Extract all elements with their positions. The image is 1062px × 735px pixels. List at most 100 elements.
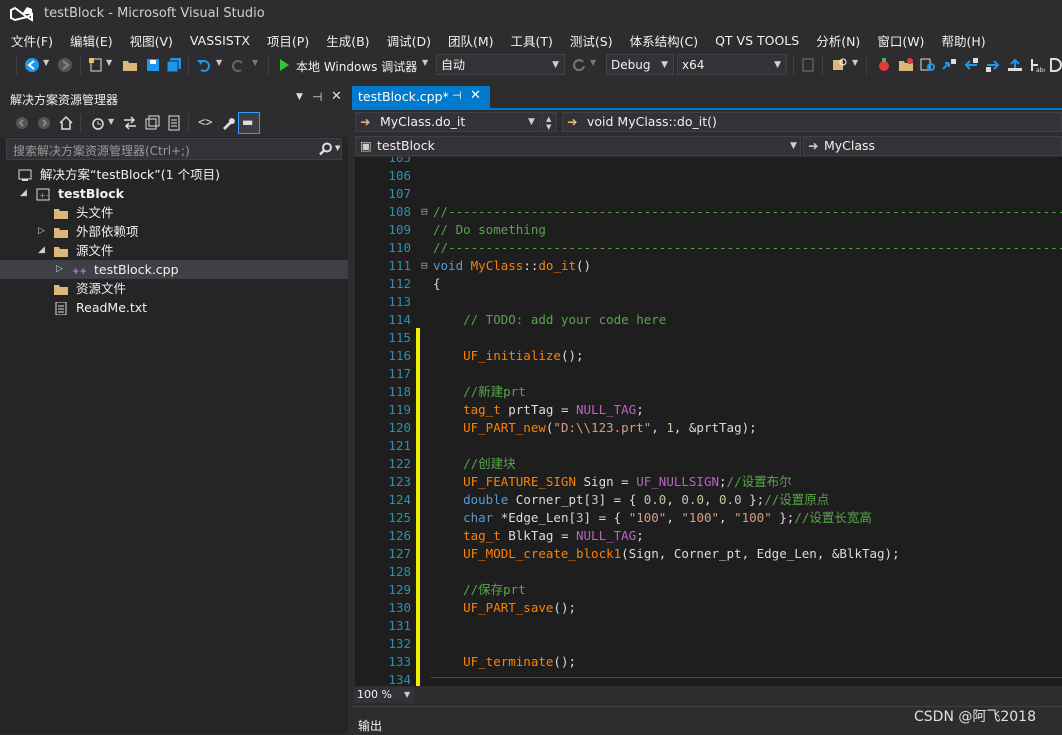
menu-item[interactable]: 生成(B) (315, 31, 375, 50)
document-tab-testblock-cpp[interactable]: testBlock.cpp* ⊣ ✕ (352, 86, 490, 108)
back-dropdown-icon[interactable]: ▼ (43, 58, 49, 67)
find-in-files-icon[interactable] (832, 57, 848, 73)
code-line[interactable]: 123 UF_FEATURE_SIGN Sign = UF_NULLSIGN;/… (355, 473, 1062, 491)
pending-changes-filter-icon[interactable] (90, 115, 106, 131)
extension-tool-arrows-icon[interactable] (941, 57, 957, 73)
menu-item[interactable]: 窗口(W) (866, 31, 930, 50)
tree-item[interactable]: ◢ ++ testBlock (0, 184, 348, 203)
tree-item[interactable]: ▷ ++ testBlock.cpp (0, 260, 348, 279)
search-icon[interactable] (319, 142, 333, 156)
collapse-all-icon[interactable] (144, 115, 160, 131)
menu-item[interactable]: 分析(N) (805, 31, 866, 50)
extension-tool-left-icon[interactable] (963, 57, 979, 73)
tree-item[interactable]: ReadMe.txt (0, 298, 348, 317)
undo-dropdown-icon[interactable]: ▼ (216, 58, 222, 67)
code-line[interactable]: 118 //新建prt (355, 383, 1062, 401)
code-line[interactable]: 106 (355, 167, 1062, 185)
code-line[interactable]: 119 tag_t prtTag = NULL_TAG; (355, 401, 1062, 419)
member-navigation-combo[interactable]: ➜ void MyClass::do_it() (562, 112, 1062, 132)
code-lines[interactable]: 105 106 107 108 ⊟ //-------------------------… (355, 157, 1062, 686)
configuration-combo[interactable]: Debug ▼ (606, 54, 674, 75)
code-line[interactable]: 117 (355, 365, 1062, 383)
start-debugging-button[interactable]: 本地 Windows 调试器 (296, 58, 417, 75)
code-line[interactable]: 108 ⊟ //----------------------------------… (355, 203, 1062, 221)
project-navigation-combo[interactable]: ▣ testBlock ▼ (355, 136, 801, 156)
solution-config-combo[interactable]: 自动 ▼ (436, 54, 565, 75)
tree-item[interactable]: 资源文件 (0, 279, 348, 298)
search-options-dropdown-icon[interactable]: ▼ (335, 144, 340, 152)
code-line[interactable]: 113 (355, 293, 1062, 311)
redo-icon[interactable] (230, 57, 246, 73)
navigate-forward-icon[interactable] (57, 57, 73, 73)
extension-tool-abc-icon[interactable]: abc (1029, 57, 1045, 73)
scope-navigation-combo[interactable]: ➜ MyClass (803, 136, 1062, 156)
expand-arrow-icon[interactable]: ▷ (38, 222, 45, 241)
platform-combo[interactable]: x64 ▼ (677, 54, 787, 75)
code-line[interactable]: 132 (355, 635, 1062, 653)
save-icon[interactable] (145, 57, 161, 73)
refresh-dropdown-icon[interactable]: ▼ (590, 58, 596, 67)
code-line[interactable]: 134 (355, 671, 1062, 686)
code-line[interactable]: 111 ⊟ void MyClass::do_it() (355, 257, 1062, 275)
tree-item[interactable]: 解决方案“testBlock”(1 个项目) (0, 165, 348, 184)
code-line[interactable]: 115 (355, 329, 1062, 347)
code-line[interactable]: 112 { (355, 275, 1062, 293)
code-line[interactable]: 131 (355, 617, 1062, 635)
code-line[interactable]: 120 UF_PART_new("D:\\123.prt", 1, &prtTa… (355, 419, 1062, 437)
output-panel-title[interactable]: 输出 (358, 717, 382, 734)
fold-toggle-icon[interactable]: ⊟ (421, 203, 428, 221)
code-line[interactable]: 122 //创建块 (355, 455, 1062, 473)
code-line[interactable]: 130 UF_PART_save(); (355, 599, 1062, 617)
collapse-arrow-icon[interactable]: ◢ (20, 184, 27, 203)
pin-icon[interactable]: ⊣ (312, 90, 322, 104)
extension-tool-up-icon[interactable] (1007, 57, 1023, 73)
split-toggle-button[interactable]: ▲ ▼ (542, 112, 557, 132)
forward-icon[interactable] (36, 115, 52, 131)
code-line[interactable]: 121 (355, 437, 1062, 455)
debug-target-dropdown-icon[interactable]: ▼ (422, 58, 428, 67)
sync-with-document-icon[interactable] (122, 115, 138, 131)
menu-item[interactable]: 帮助(H) (930, 31, 991, 50)
undo-icon[interactable] (196, 57, 212, 73)
code-line[interactable]: 127 UF_MODL_create_block1(Sign, Corner_p… (355, 545, 1062, 563)
menu-item[interactable]: 测试(S) (559, 31, 619, 50)
code-line[interactable]: 126 tag_t BlkTag = NULL_TAG; (355, 527, 1062, 545)
extension-tool-folder-icon[interactable] (898, 57, 914, 73)
menu-item[interactable]: QT VS TOOLS (704, 33, 805, 48)
back-icon[interactable] (14, 115, 30, 131)
menu-item[interactable]: VASSISTX (179, 33, 256, 48)
code-line[interactable]: 133 UF_terminate(); (355, 653, 1062, 671)
menu-item[interactable]: 文件(F) (0, 31, 59, 50)
tree-item[interactable]: ◢ 源文件 (0, 241, 348, 260)
tree-item[interactable]: 头文件 (0, 203, 348, 222)
code-line[interactable]: 107 (355, 185, 1062, 203)
view-code-icon[interactable]: <> (198, 115, 212, 129)
menu-item[interactable]: 项目(P) (256, 31, 315, 50)
new-project-icon[interactable] (88, 57, 104, 73)
pin-tab-icon[interactable]: ⊣ (452, 89, 462, 102)
properties-wrench-icon[interactable] (220, 115, 236, 131)
zoom-combo[interactable]: 100 % ▼ (354, 687, 414, 703)
attach-process-icon[interactable] (800, 57, 816, 73)
menu-item[interactable]: 调试(D) (376, 31, 437, 50)
new-dropdown-icon[interactable]: ▼ (106, 58, 112, 67)
navigate-back-icon[interactable] (24, 57, 40, 73)
code-line[interactable]: 110 //-----------------------------------… (355, 239, 1062, 257)
find-dropdown-icon[interactable]: ▼ (852, 58, 858, 67)
code-line[interactable]: 114 // TODO: add your code here (355, 311, 1062, 329)
save-all-icon[interactable] (166, 57, 182, 73)
solution-explorer-search-input[interactable]: 搜索解决方案资源管理器(Ctrl+;) ▼ (6, 138, 342, 160)
menu-item[interactable]: 编辑(E) (59, 31, 119, 50)
extension-tool-right-icon[interactable] (985, 57, 1001, 73)
code-line[interactable]: 116 UF_initialize(); (355, 347, 1062, 365)
extension-tool-red-icon[interactable] (876, 57, 892, 73)
class-navigation-combo[interactable]: ➜ MyClass.do_it ▼ (355, 112, 541, 132)
open-file-icon[interactable] (122, 57, 138, 73)
code-line[interactable]: 105 (355, 157, 1062, 167)
show-all-files-icon[interactable] (166, 115, 182, 131)
home-icon[interactable] (58, 115, 74, 131)
menu-item[interactable]: 视图(V) (119, 31, 179, 50)
menu-item[interactable]: 体系结构(C) (619, 31, 704, 50)
code-line[interactable]: 124 double Corner_pt[3] = { 0.0, 0.0, 0.… (355, 491, 1062, 509)
redo-dropdown-icon[interactable]: ▼ (252, 58, 258, 67)
